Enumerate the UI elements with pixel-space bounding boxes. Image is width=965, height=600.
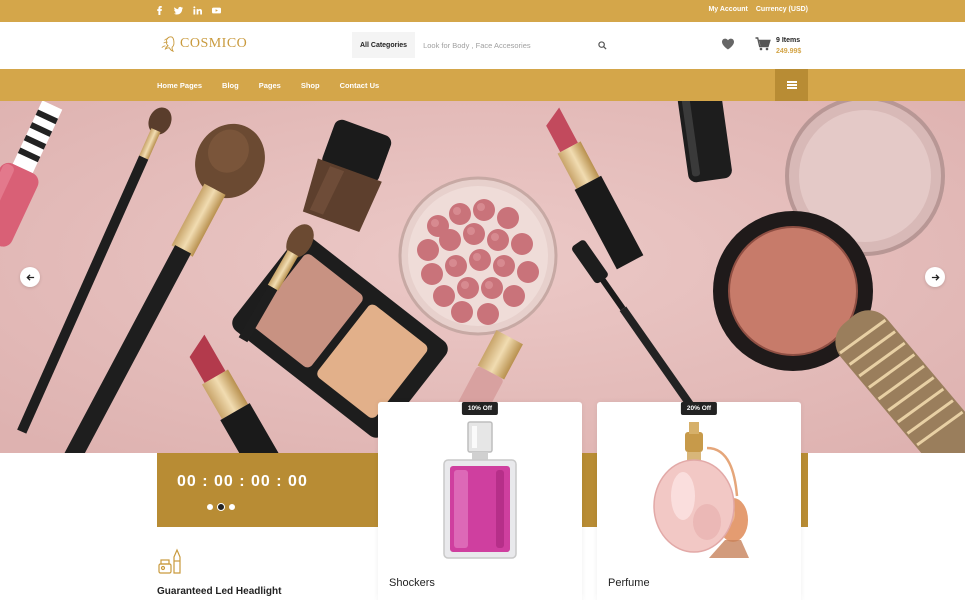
cart-item-count: 9 Items: [776, 37, 801, 44]
nav-item-contact-us[interactable]: Contact Us: [340, 81, 380, 90]
product-card-shockers[interactable]: 10% Off Shockers: [378, 402, 582, 600]
logo[interactable]: COSMICO: [160, 35, 247, 53]
main-nav: Home Pages Blog Pages Shop Contact Us: [0, 69, 965, 101]
slider-dot-active[interactable]: [217, 503, 225, 511]
arrow-right-icon: [931, 273, 940, 281]
feature-title: Guaranteed Led Headlight: [157, 586, 282, 597]
social-links: [154, 4, 221, 16]
my-account-link[interactable]: My Account: [708, 6, 747, 13]
nav-item-pages[interactable]: Pages: [259, 81, 281, 90]
nav-item-shop[interactable]: Shop: [301, 81, 320, 90]
logo-face-icon: [161, 36, 175, 53]
youtube-icon[interactable]: [211, 4, 221, 16]
hamburger-menu-icon[interactable]: [775, 69, 808, 101]
search-icon[interactable]: [594, 37, 610, 53]
top-links: My Account Currency (USD): [708, 6, 808, 13]
slider-dot[interactable]: [207, 504, 213, 510]
twitter-icon[interactable]: [173, 4, 183, 16]
slider-dots: [207, 503, 235, 511]
top-bar: My Account Currency (USD): [0, 0, 965, 22]
hero-slider: [0, 101, 965, 453]
discount-badge: 10% Off: [461, 402, 499, 415]
nav-item-home-pages[interactable]: Home Pages: [157, 81, 202, 90]
arrow-left-icon: [25, 273, 34, 281]
logo-text: COSMICO: [180, 36, 248, 51]
product-name[interactable]: Shockers: [389, 577, 435, 589]
cart-total: 249.99$: [776, 48, 802, 55]
cosmetics-feature-icon: [158, 548, 181, 574]
linkedin-icon[interactable]: [192, 4, 202, 16]
slider-dot[interactable]: [229, 504, 235, 510]
search-input[interactable]: [415, 32, 594, 58]
site-header: COSMICO All Categories 9 Items 249.99$: [0, 22, 965, 69]
product-card-perfume[interactable]: 20% Off Perfume: [597, 402, 801, 600]
vintage-perfume-atomizer-image: [653, 422, 749, 558]
discount-badge: 20% Off: [680, 402, 718, 415]
slider-next-button[interactable]: [925, 267, 945, 287]
facebook-icon[interactable]: [154, 4, 164, 16]
wishlist-heart-icon[interactable]: [721, 37, 735, 51]
slider-prev-button[interactable]: [20, 267, 40, 287]
nav-item-blog[interactable]: Blog: [222, 81, 239, 90]
search-bar: All Categories: [352, 32, 610, 58]
cart-icon[interactable]: [755, 36, 771, 52]
hero-cosmetics-image: [0, 101, 965, 453]
countdown-timer: 00 : 00 : 00 : 00: [177, 473, 308, 490]
currency-selector[interactable]: Currency (USD): [756, 6, 808, 13]
cart-summary[interactable]: 9 Items 249.99$: [776, 35, 801, 57]
pink-perfume-bottle-image: [443, 421, 517, 559]
product-name[interactable]: Perfume: [608, 577, 650, 589]
category-dropdown[interactable]: All Categories: [352, 32, 416, 58]
